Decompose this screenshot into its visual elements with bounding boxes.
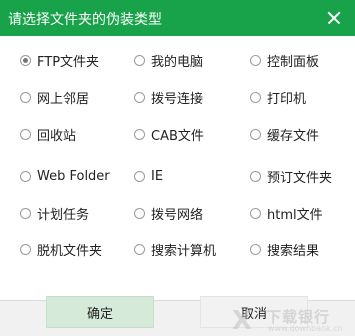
radio-unchecked-icon[interactable] [20, 243, 31, 255]
title-bar: 请选择文件夹的伪装类型 [0, 0, 355, 36]
radio-option[interactable]: 控制面板 [250, 50, 319, 70]
radio-option-label: IE [151, 168, 164, 184]
radio-option-label: 网上邻居 [37, 91, 90, 107]
radio-unchecked-icon[interactable] [20, 91, 31, 103]
radio-option[interactable]: 搜索结果 [250, 239, 319, 259]
radio-option[interactable]: Web Folder [20, 166, 110, 186]
radio-option-label: 计划任务 [37, 207, 90, 223]
dialog-title: 请选择文件夹的伪装类型 [8, 12, 162, 28]
radio-unchecked-icon[interactable] [250, 243, 261, 255]
radio-option-label: 打印机 [267, 91, 307, 107]
radio-option[interactable]: 网上邻居 [20, 87, 89, 107]
radio-option[interactable]: 计划任务 [20, 203, 89, 223]
radio-option[interactable]: html文件 [250, 203, 323, 223]
radio-option[interactable]: IE [134, 166, 163, 186]
radio-option[interactable]: 打印机 [250, 87, 306, 107]
watermark-logo-icon: X [232, 306, 253, 336]
radio-unchecked-icon[interactable] [20, 170, 31, 182]
radio-option[interactable]: 搜索计算机 [134, 239, 216, 259]
radio-unchecked-icon[interactable] [20, 128, 31, 140]
close-icon[interactable] [322, 6, 346, 30]
ok-button[interactable]: 确定 [46, 296, 154, 328]
radio-option-label: 搜索结果 [267, 243, 320, 259]
radio-option-label: 缓存文件 [267, 128, 320, 144]
radio-unchecked-icon[interactable] [134, 243, 145, 255]
radio-option[interactable]: 回收站 [20, 124, 76, 144]
radio-option[interactable]: 脱机文件夹 [20, 239, 102, 259]
radio-option-label: 拨号连接 [151, 91, 204, 107]
radio-option-label: Web Folder [37, 168, 110, 184]
watermark-url: www.downbank.cn [268, 324, 343, 333]
radio-option[interactable]: 拨号网络 [134, 203, 203, 223]
radio-unchecked-icon[interactable] [134, 54, 145, 66]
radio-option-label: 搜索计算机 [151, 243, 217, 259]
radio-option-label: 脱机文件夹 [37, 243, 103, 259]
radio-unchecked-icon[interactable] [20, 207, 31, 219]
radio-unchecked-icon[interactable] [250, 91, 261, 103]
radio-unchecked-icon[interactable] [250, 54, 261, 66]
radio-option[interactable]: 缓存文件 [250, 124, 319, 144]
radio-checked-icon[interactable] [20, 54, 31, 66]
radio-unchecked-icon[interactable] [134, 207, 145, 219]
radio-unchecked-icon[interactable] [134, 91, 145, 103]
radio-option-label: 拨号网络 [151, 207, 204, 223]
radio-unchecked-icon[interactable] [134, 170, 145, 182]
radio-option[interactable]: 预订文件夹 [250, 166, 332, 186]
radio-unchecked-icon[interactable] [250, 170, 261, 182]
radio-option[interactable]: 我的电脑 [134, 50, 203, 70]
radio-option-label: html文件 [267, 207, 323, 223]
radio-unchecked-icon[interactable] [250, 128, 261, 140]
radio-unchecked-icon[interactable] [134, 128, 145, 140]
radio-option-label: CAB文件 [151, 128, 204, 144]
radio-option-label: 回收站 [37, 128, 77, 144]
radio-option-label: 控制面板 [267, 54, 320, 70]
watermark: X 下载银行 www.downbank.cn [230, 302, 355, 336]
radio-unchecked-icon[interactable] [250, 207, 261, 219]
radio-option-label: 预订文件夹 [267, 170, 333, 186]
radio-option-label: 我的电脑 [151, 54, 204, 70]
radio-option[interactable]: 拨号连接 [134, 87, 203, 107]
radio-option[interactable]: FTP文件夹 [20, 50, 99, 70]
radio-option-label: FTP文件夹 [37, 54, 100, 70]
radio-option[interactable]: CAB文件 [134, 124, 204, 144]
